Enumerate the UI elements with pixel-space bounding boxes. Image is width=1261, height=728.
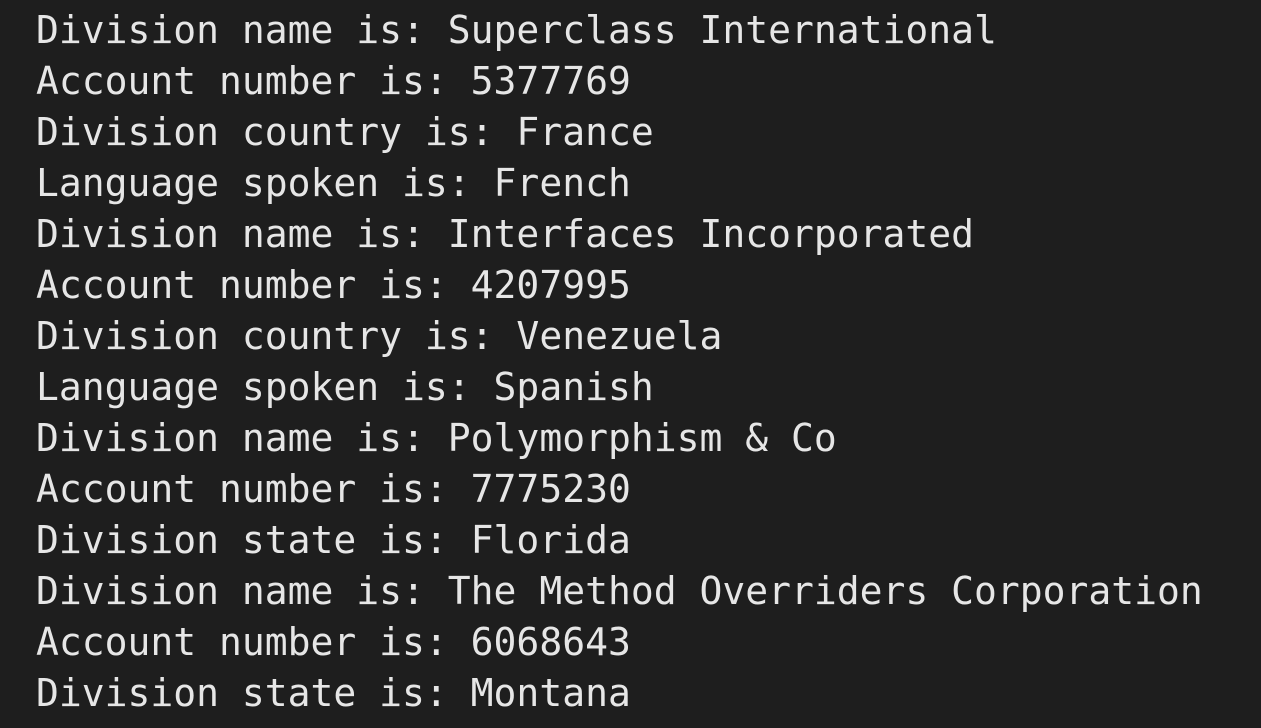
output-line: Account number is: 5377769 <box>36 59 631 103</box>
output-line: Account number is: 6068643 <box>36 620 631 664</box>
output-line: Division name is: Polymorphism & Co <box>36 416 837 460</box>
terminal-output[interactable]: Division name is: Superclass Internation… <box>0 0 1261 728</box>
output-line: Division country is: Venezuela <box>36 314 723 358</box>
output-line: Division state is: Montana <box>36 671 631 715</box>
output-line: Account number is: 7775230 <box>36 467 631 511</box>
output-line: Account number is: 4207995 <box>36 263 631 307</box>
output-line: Division state is: Florida <box>36 518 631 562</box>
output-line: Division country is: France <box>36 110 654 154</box>
output-line: Language spoken is: French <box>36 161 631 205</box>
output-line: Division name is: The Method Overriders … <box>36 569 1203 613</box>
output-line: Division name is: Superclass Internation… <box>36 8 997 52</box>
output-line: Division name is: Interfaces Incorporate… <box>36 212 974 256</box>
output-line: Language spoken is: Spanish <box>36 365 654 409</box>
